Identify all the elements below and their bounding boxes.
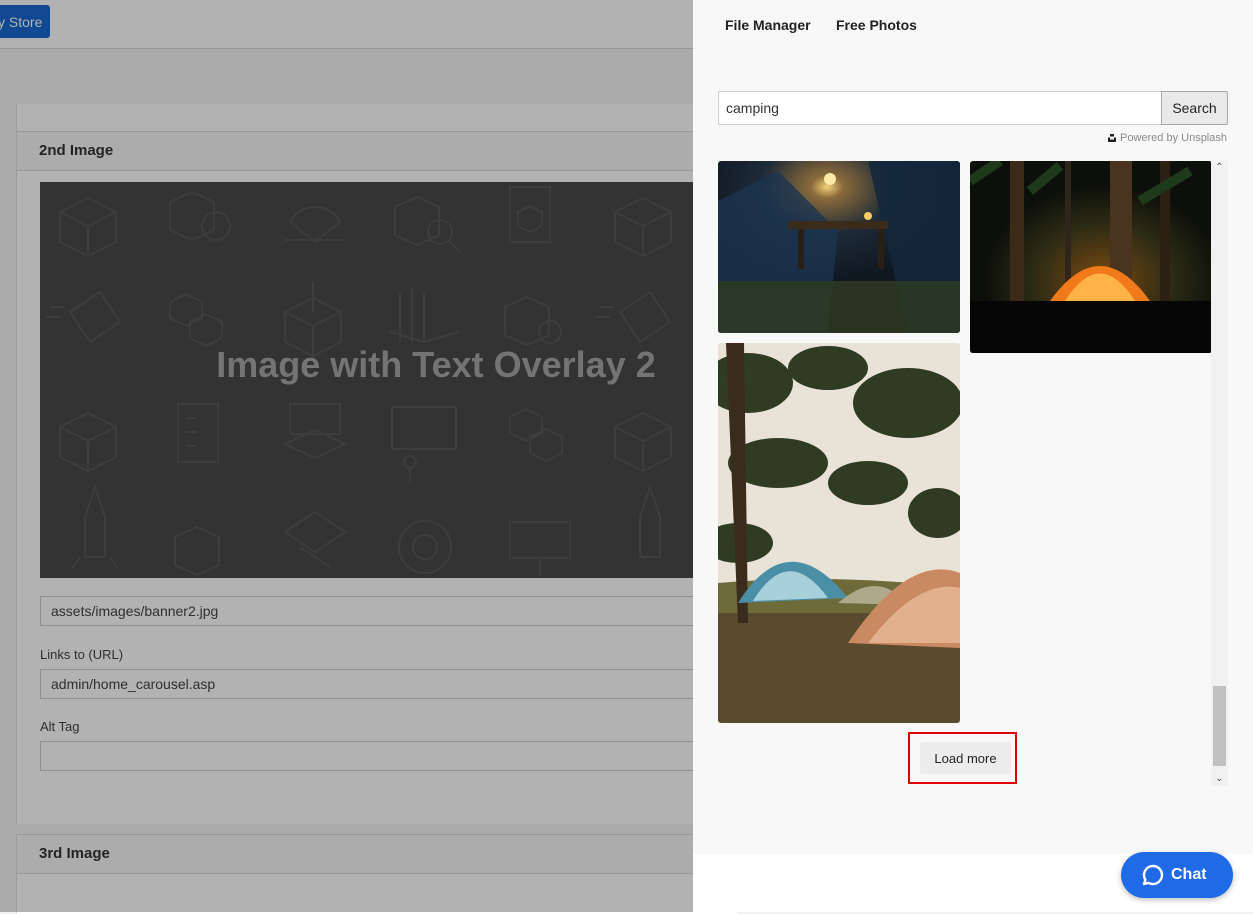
search-button[interactable]: Search xyxy=(1161,91,1228,125)
chat-bubble-icon xyxy=(1142,864,1164,886)
scroll-thumb[interactable] xyxy=(1213,686,1226,766)
load-more-button[interactable]: Load more xyxy=(920,742,1011,774)
tab-free-photos[interactable]: Free Photos xyxy=(836,17,917,33)
photo-orange-tent-forest[interactable] xyxy=(970,161,1212,353)
chat-label: Chat xyxy=(1171,866,1207,883)
photo-search-input[interactable] xyxy=(718,91,1162,125)
chat-button[interactable]: Chat xyxy=(1121,852,1233,898)
results-scrollbar[interactable]: ⌃ ⌄ xyxy=(1211,161,1228,786)
scroll-up-icon[interactable]: ⌃ xyxy=(1211,161,1228,175)
free-photos-content: Search Powered by Unsplash xyxy=(693,50,1253,854)
panel-tabs: File Manager Free Photos xyxy=(693,0,1253,50)
photo-tents-pine-trees[interactable] xyxy=(718,343,960,723)
scroll-down-icon[interactable]: ⌄ xyxy=(1211,772,1228,786)
photo-results xyxy=(718,161,1228,786)
powered-by-text: Powered by Unsplash xyxy=(1119,132,1227,144)
modal-backdrop[interactable] xyxy=(0,0,693,912)
powered-by-unsplash[interactable]: Powered by Unsplash xyxy=(1107,132,1227,144)
tab-file-manager[interactable]: File Manager xyxy=(725,17,811,33)
unsplash-icon xyxy=(1107,134,1116,142)
image-picker-panel: File Manager Free Photos Search Powered … xyxy=(693,0,1253,912)
photo-campsite-lantern[interactable] xyxy=(718,161,960,333)
